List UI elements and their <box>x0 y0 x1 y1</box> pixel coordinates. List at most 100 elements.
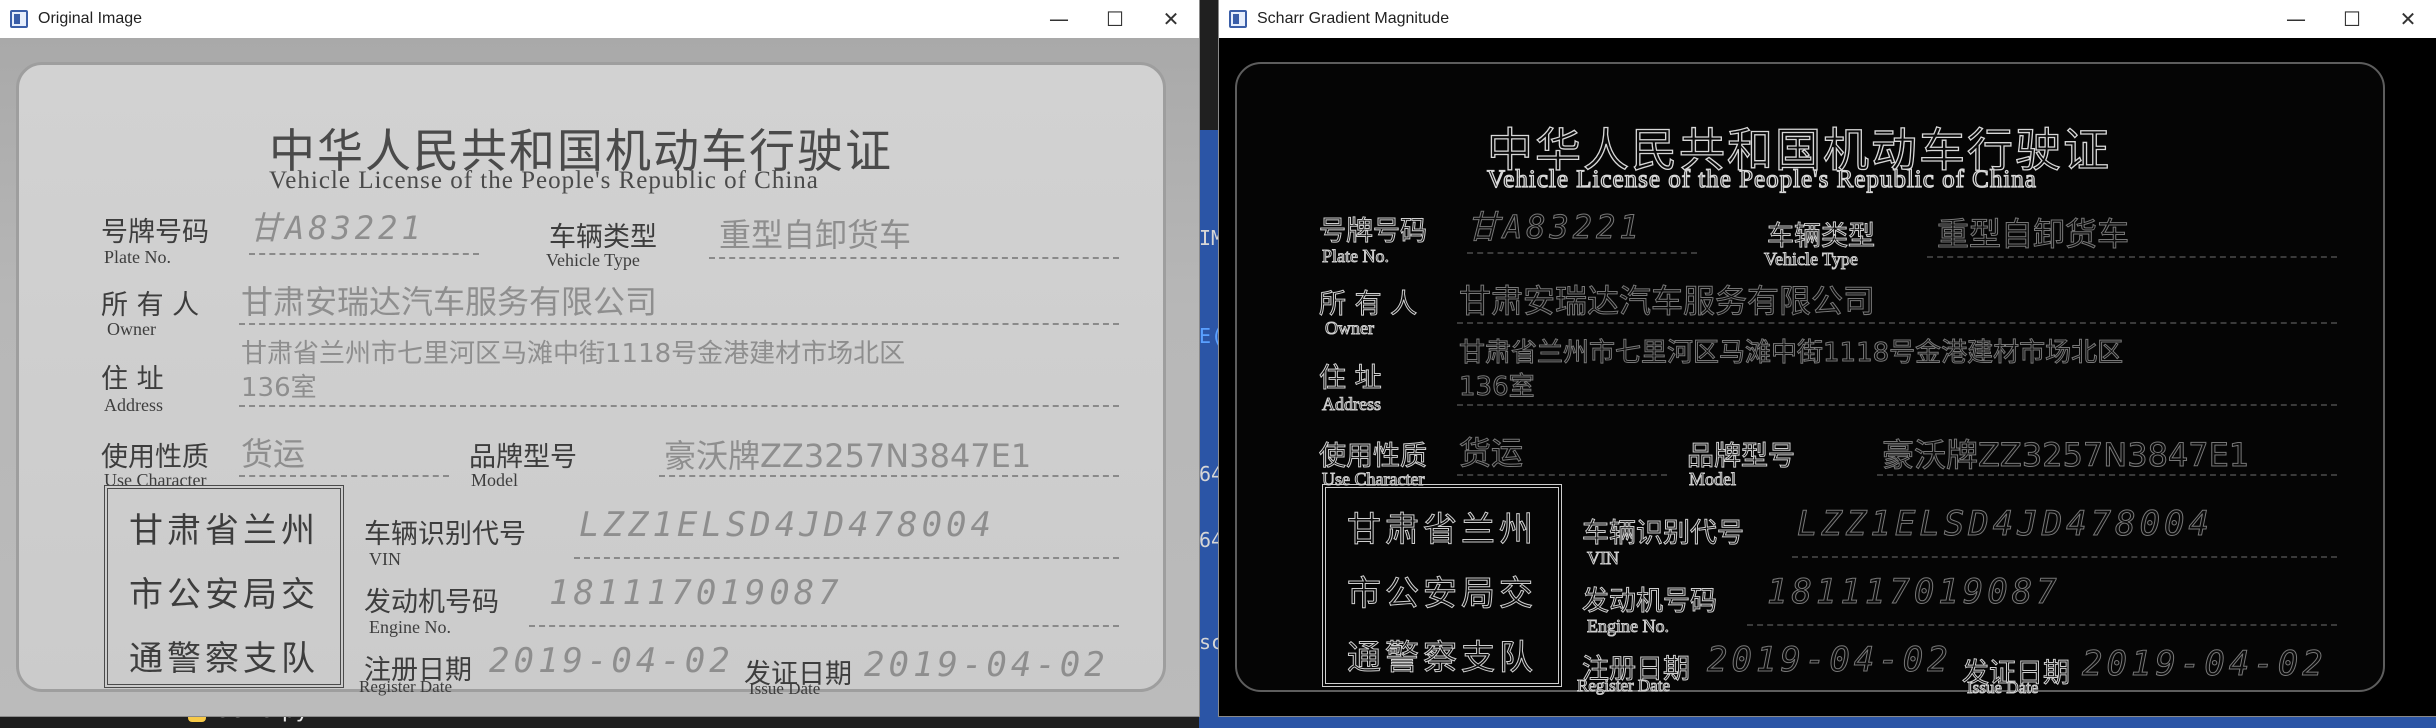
license-title-en: Vehicle License of the People's Republic… <box>1486 165 2037 193</box>
owner-label-cn: 所 有 人 <box>101 290 200 321</box>
register-label-en: Register Date <box>1577 676 1671 696</box>
divider <box>239 475 449 477</box>
owner-label-en: Owner <box>1325 318 1375 339</box>
minimize-button[interactable]: — <box>1031 0 1087 38</box>
engine-label-cn: 发动机号码 <box>364 587 499 618</box>
use-label-cn: 使用性质 <box>101 442 209 473</box>
maximize-button[interactable]: ☐ <box>2324 0 2380 38</box>
vin-label-en: VIN <box>1587 548 1620 569</box>
issue-label-en: Issue Date <box>749 679 821 698</box>
model-label-en: Model <box>1689 469 1737 490</box>
engine-label-en: Engine No. <box>369 617 451 637</box>
divider <box>1467 252 1697 254</box>
use-value: 货运 <box>241 435 306 473</box>
engine-value: 181117019087 <box>1767 572 2061 613</box>
issue-value: 2019-04-02 <box>2082 644 2327 685</box>
original-image-window[interactable]: Original Image — ☐ ✕ 中华人民共和国机动车行驶证 Vehic… <box>0 0 1199 716</box>
address-value-line1: 甘肃省兰州市七里河区马滩中街1118号金港建材市场北区 <box>241 339 906 369</box>
divider <box>574 557 1119 559</box>
vin-label-cn: 车辆识别代号 <box>364 519 526 550</box>
plate-value: 甘A83221 <box>1467 208 1643 247</box>
image-canvas: 中华人民共和国机动车行驶证 Vehicle License of the Peo… <box>1219 38 2436 716</box>
seal-line3: 通警察支队 <box>1347 638 1537 679</box>
vehicle-type-value: 重型自卸货车 <box>719 216 912 254</box>
divider <box>529 625 1119 627</box>
vin-value: LZZ1ELSD4JD478004 <box>579 505 995 545</box>
engine-label-en: Engine No. <box>1587 616 1670 637</box>
plate-label-en: Plate No. <box>1322 246 1390 267</box>
divider <box>239 405 1119 407</box>
address-value-line2: 136室 <box>241 373 317 403</box>
title-bar[interactable]: Scharr Gradient Magnitude — ☐ ✕ <box>1219 0 2436 38</box>
seal-line3: 通警察支队 <box>129 639 319 679</box>
divider <box>1457 404 2337 406</box>
divider <box>249 253 479 255</box>
title-bar[interactable]: Original Image — ☐ ✕ <box>0 0 1199 38</box>
license-title-en: Vehicle License of the People's Republic… <box>269 167 819 194</box>
owner-value: 甘肃安瑞达汽车服务有限公司 <box>1458 282 1876 321</box>
register-label-en: Register Date <box>359 677 452 696</box>
address-value-line1: 甘肃省兰州市七里河区马滩中街1118号金港建材市场北区 <box>1458 338 2124 369</box>
divider <box>659 475 1119 477</box>
address-label-en: Address <box>104 395 163 415</box>
address-value-line2: 136室 <box>1459 372 1536 403</box>
owner-label-en: Owner <box>107 319 156 339</box>
vehicle-type-label-cn: 车辆类型 <box>549 222 657 253</box>
image-canvas: 中华人民共和国机动车行驶证 Vehicle License of the Peo… <box>0 38 1199 716</box>
register-value: 2019-04-02 <box>1707 640 1952 681</box>
minimize-button[interactable]: — <box>2268 0 2324 38</box>
vin-label-cn: 车辆识别代号 <box>1582 518 1745 550</box>
plate-label-cn: 号牌号码 <box>1319 216 1428 248</box>
window-controls: — ☐ ✕ <box>1031 0 1199 38</box>
issue-value: 2019-04-02 <box>864 645 1109 685</box>
plate-label-cn: 号牌号码 <box>101 217 209 248</box>
use-label-cn: 使用性质 <box>1319 441 1428 473</box>
scharr-gradient-window[interactable]: Scharr Gradient Magnitude — ☐ ✕ 中华人民共和国机… <box>1219 0 2436 716</box>
register-value: 2019-04-02 <box>489 641 734 681</box>
app-icon <box>1229 10 1247 28</box>
window-controls: — ☐ ✕ <box>2268 0 2436 38</box>
seal-line1: 甘肃省兰州 <box>129 511 319 551</box>
close-button[interactable]: ✕ <box>2380 0 2436 38</box>
police-seal: 甘肃省兰州 市公安局交 通警察支队 <box>104 485 344 688</box>
model-label-cn: 品牌型号 <box>1687 441 1796 473</box>
divider <box>709 257 1119 259</box>
window-title: Original Image <box>38 10 143 27</box>
vehicle-license-card: 中华人民共和国机动车行驶证 Vehicle License of the Peo… <box>1235 62 2385 698</box>
vehicle-type-label-cn: 车辆类型 <box>1767 221 1876 253</box>
divider <box>1877 474 2337 476</box>
seal-line2: 市公安局交 <box>1347 574 1537 615</box>
maximize-button[interactable]: ☐ <box>1087 0 1143 38</box>
divider <box>1747 624 2337 626</box>
model-value: 豪沃牌ZZ3257N3847E1 <box>1881 436 2250 475</box>
vin-value: LZZ1ELSD4JD478004 <box>1797 504 2213 545</box>
divider <box>1792 556 2337 558</box>
vehicle-type-value: 重型自卸货车 <box>1936 215 2130 254</box>
divider <box>1927 256 2337 258</box>
owner-label-cn: 所 有 人 <box>1318 289 1418 321</box>
divider <box>1457 474 1667 476</box>
vehicle-type-label-en: Vehicle Type <box>546 250 640 270</box>
seal-line2: 市公安局交 <box>129 575 319 615</box>
address-label-en: Address <box>1322 394 1382 415</box>
seal-line1: 甘肃省兰州 <box>1347 510 1537 551</box>
model-label-en: Model <box>471 470 518 490</box>
close-button[interactable]: ✕ <box>1143 0 1199 38</box>
vehicle-license-card: 中华人民共和国机动车行驶证 Vehicle License of the Peo… <box>16 62 1166 698</box>
engine-label-cn: 发动机号码 <box>1582 586 1718 618</box>
owner-value: 甘肃安瑞达汽车服务有限公司 <box>241 283 658 321</box>
plate-label-en: Plate No. <box>104 247 171 267</box>
app-icon <box>10 10 28 28</box>
model-label-cn: 品牌型号 <box>469 442 577 473</box>
divider <box>239 323 1119 325</box>
model-value: 豪沃牌ZZ3257N3847E1 <box>664 437 1032 475</box>
police-seal: 甘肃省兰州 市公安局交 通警察支队 <box>1322 484 1562 687</box>
plate-value: 甘A83221 <box>249 209 425 247</box>
use-value: 货运 <box>1458 434 1524 473</box>
issue-label-en: Issue Date <box>1966 678 2039 698</box>
vehicle-type-label-en: Vehicle Type <box>1764 249 1859 270</box>
engine-value: 181117019087 <box>549 573 843 613</box>
address-label-cn: 住 址 <box>101 364 164 395</box>
divider <box>1457 322 2337 324</box>
window-title: Scharr Gradient Magnitude <box>1257 10 1450 27</box>
